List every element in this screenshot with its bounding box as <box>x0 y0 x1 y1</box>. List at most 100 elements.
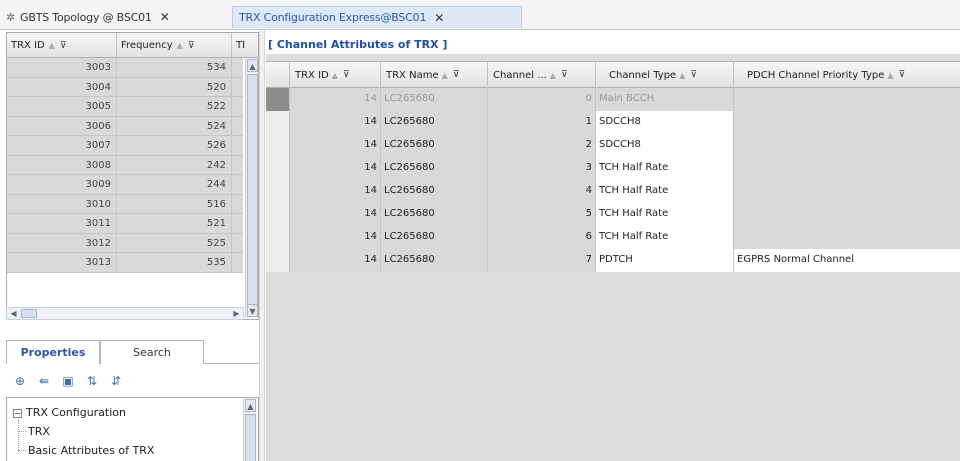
row-header[interactable] <box>266 249 290 272</box>
filter-icon[interactable]: ⊽ <box>561 70 568 80</box>
trx-id-cell[interactable]: 14 <box>290 249 381 272</box>
scroll-thumb[interactable] <box>247 74 258 314</box>
table-row[interactable]: 3007 526 <box>7 136 243 156</box>
pdch-priority-cell[interactable]: EGPRS Normal Channel <box>734 249 960 272</box>
scroll-thumb[interactable] <box>245 414 256 461</box>
ti-cell[interactable] <box>232 233 243 252</box>
sort-icon[interactable]: ▲ <box>679 71 685 80</box>
column-header-trx-name[interactable]: TRX Name ▲ ⊽ <box>381 62 488 88</box>
trx-name-cell[interactable]: LC265680 <box>381 134 488 157</box>
table-row[interactable]: 14 LC265680 4 TCH Half Rate <box>266 180 960 203</box>
pdch-priority-cell[interactable] <box>734 180 960 203</box>
table-row[interactable]: 3008 242 <box>7 155 243 175</box>
channel-type-cell[interactable]: TCH Half Rate <box>596 157 734 180</box>
frequency-cell[interactable]: 535 <box>117 253 232 272</box>
row-header[interactable] <box>266 226 290 249</box>
frequency-cell[interactable]: 520 <box>117 77 232 96</box>
tree-scrollbar[interactable]: ▲ <box>243 398 257 461</box>
trx-id-cell[interactable]: 14 <box>290 180 381 203</box>
trx-id-cell[interactable]: 3006 <box>7 116 117 135</box>
scroll-up-icon[interactable]: ▲ <box>247 59 258 72</box>
frequency-cell[interactable]: 526 <box>117 136 232 155</box>
tab-properties[interactable]: Properties <box>6 340 100 364</box>
filter-icon[interactable]: ⊽ <box>343 70 350 80</box>
tree-node-basic-attributes[interactable]: Basic Attributes of TRX <box>28 444 154 457</box>
frequency-cell[interactable]: 242 <box>117 155 232 174</box>
row-header[interactable] <box>266 157 290 180</box>
channel-cell[interactable]: 7 <box>488 249 596 272</box>
frequency-cell[interactable]: 525 <box>117 233 232 252</box>
back-icon[interactable]: ⇚ <box>36 373 52 389</box>
channel-cell[interactable]: 0 <box>488 88 596 111</box>
channel-cell[interactable]: 6 <box>488 226 596 249</box>
pdch-priority-cell[interactable] <box>734 157 960 180</box>
column-header-frequency[interactable]: Frequency ▲ ⊽ <box>117 33 232 58</box>
trx-id-cell[interactable]: 3009 <box>7 175 117 194</box>
scroll-thumb[interactable] <box>21 309 37 318</box>
trx-name-cell[interactable]: LC265680 <box>381 157 488 180</box>
column-header-pdch-priority[interactable]: PDCH Channel Priority Type ▲ ⊽ <box>734 62 960 88</box>
trx-id-cell[interactable]: 3011 <box>7 214 117 233</box>
ti-cell[interactable] <box>232 175 243 194</box>
frequency-cell[interactable]: 524 <box>117 116 232 135</box>
channel-cell[interactable]: 3 <box>488 157 596 180</box>
trx-id-cell[interactable]: 14 <box>290 226 381 249</box>
scroll-down-icon[interactable]: ▼ <box>247 304 258 317</box>
channel-cell[interactable]: 2 <box>488 134 596 157</box>
sort-descending-icon[interactable]: ⇵ <box>108 373 124 389</box>
save-icon[interactable]: ▣ <box>60 373 76 389</box>
frequency-cell[interactable]: 534 <box>117 58 232 77</box>
table-row[interactable]: 3012 525 <box>7 233 243 253</box>
trx-id-cell[interactable]: 3013 <box>7 253 117 272</box>
channel-cell[interactable]: 4 <box>488 180 596 203</box>
table-row[interactable]: 3003 534 <box>7 58 243 78</box>
close-icon[interactable]: ✕ <box>434 11 444 25</box>
pdch-priority-cell[interactable] <box>734 134 960 157</box>
tab-gbts-topology[interactable]: ✲ GBTS Topology @ BSC01 ✕ <box>0 6 232 28</box>
table-row[interactable]: 14 LC265680 5 TCH Half Rate <box>266 203 960 226</box>
ti-cell[interactable] <box>232 194 243 213</box>
close-icon[interactable]: ✕ <box>160 10 170 24</box>
ti-cell[interactable] <box>232 214 243 233</box>
trx-id-cell[interactable]: 14 <box>290 88 381 111</box>
channel-type-cell[interactable]: SDCCH8 <box>596 134 734 157</box>
row-header[interactable] <box>266 180 290 203</box>
sort-icon[interactable]: ▲ <box>49 41 55 50</box>
tree-node-trx-configuration[interactable]: − TRX Configuration <box>13 406 126 419</box>
table-row[interactable]: 14 LC265680 3 TCH Half Rate <box>266 157 960 180</box>
pdch-priority-cell[interactable] <box>734 111 960 134</box>
filter-icon[interactable]: ⊽ <box>60 41 67 51</box>
column-header-channel[interactable]: Channel ... ▲ ⊽ <box>488 62 596 88</box>
row-header[interactable] <box>266 134 290 157</box>
collapse-icon[interactable]: − <box>13 408 22 418</box>
filter-icon[interactable]: ⊽ <box>899 70 906 80</box>
table-row[interactable]: 3011 521 <box>7 214 243 234</box>
table-row[interactable]: 3009 244 <box>7 175 243 195</box>
frequency-cell[interactable]: 516 <box>117 194 232 213</box>
scroll-right-icon[interactable]: ▶ <box>231 308 242 319</box>
trx-id-cell[interactable]: 3012 <box>7 233 117 252</box>
ti-cell[interactable] <box>232 97 243 116</box>
pdch-priority-cell[interactable] <box>734 203 960 226</box>
trx-name-cell[interactable]: LC265680 <box>381 180 488 203</box>
frequency-cell[interactable]: 521 <box>117 214 232 233</box>
sort-icon[interactable]: ▲ <box>887 71 893 80</box>
trx-id-cell[interactable]: 3004 <box>7 77 117 96</box>
tab-search[interactable]: Search <box>100 340 204 364</box>
ti-cell[interactable] <box>232 58 243 77</box>
channel-type-cell[interactable]: TCH Half Rate <box>596 180 734 203</box>
table-row[interactable]: 14 LC265680 2 SDCCH8 <box>266 134 960 157</box>
sort-ascending-icon[interactable]: ⇅ <box>84 373 100 389</box>
ti-cell[interactable] <box>232 136 243 155</box>
row-header[interactable] <box>266 203 290 226</box>
column-header-trx-id[interactable]: TRX ID ▲ ⊽ <box>7 33 117 58</box>
tree-node-trx[interactable]: TRX <box>28 425 50 438</box>
column-header-channel-type[interactable]: Channel Type ▲ ⊽ <box>596 62 734 88</box>
pdch-priority-cell[interactable] <box>734 88 960 111</box>
ti-cell[interactable] <box>232 253 243 272</box>
table-row[interactable]: 3004 520 <box>7 77 243 97</box>
filter-icon[interactable]: ⊽ <box>188 41 195 51</box>
tab-trx-configuration[interactable]: TRX Configuration Express@BSC01 ✕ <box>232 6 522 28</box>
ti-cell[interactable] <box>232 77 243 96</box>
frequency-cell[interactable]: 244 <box>117 175 232 194</box>
